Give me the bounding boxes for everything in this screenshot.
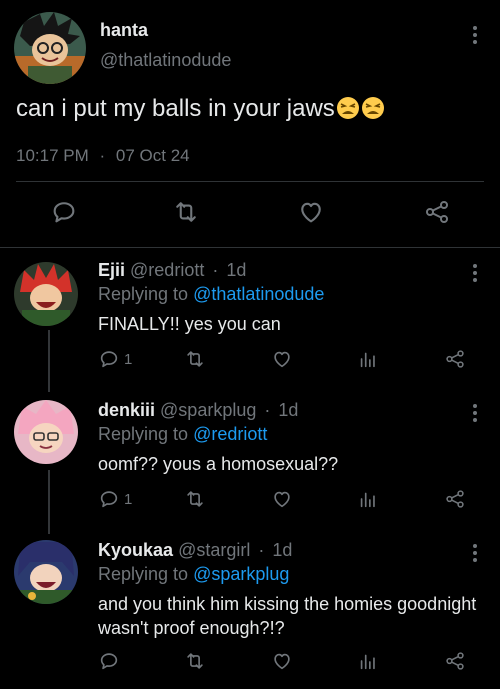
retweet-button[interactable] xyxy=(184,488,206,510)
retweet-icon xyxy=(187,491,203,507)
analytics-button[interactable] xyxy=(357,488,379,510)
share-icon xyxy=(446,652,464,670)
reply-tweet: Ejii @redriott · 1d Replying to @thatlat… xyxy=(0,248,500,388)
tweet-timestamp[interactable]: 10:17 PM · 07 Oct 24 xyxy=(16,146,190,166)
replying-to-prefix: Replying to xyxy=(98,284,194,304)
author-name[interactable]: hanta xyxy=(100,20,148,41)
reply-icon xyxy=(100,653,118,670)
analytics-icon xyxy=(360,492,375,508)
replying-to: Replying to @thatlatinodude xyxy=(98,284,324,305)
reply-icon xyxy=(100,491,118,508)
like-button[interactable] xyxy=(297,198,325,226)
replying-to-prefix: Replying to xyxy=(98,424,194,444)
like-button[interactable] xyxy=(271,650,293,672)
retweet-icon xyxy=(187,653,203,669)
reply-header: Kyoukaa @stargirl · 1d xyxy=(98,540,292,561)
retweet-button[interactable] xyxy=(184,650,206,672)
share-button[interactable] xyxy=(444,650,466,672)
meta-separator: · xyxy=(258,540,265,560)
reply-text: oomf?? yous a homosexual?? xyxy=(98,454,339,474)
divider xyxy=(16,181,484,182)
replying-to: Replying to @sparkplug xyxy=(98,564,289,585)
heart-icon xyxy=(301,202,321,223)
reply-author-handle[interactable]: @stargirl xyxy=(178,540,250,560)
tired-face-emoji-icon xyxy=(336,96,360,120)
share-button[interactable] xyxy=(444,348,466,370)
heart-icon xyxy=(274,653,290,670)
replying-to-link[interactable]: @thatlatinodude xyxy=(193,284,324,304)
reply-header: Ejii @redriott · 1d xyxy=(98,260,246,281)
analytics-icon xyxy=(360,654,375,670)
avatar[interactable] xyxy=(14,400,78,464)
reply-author-handle[interactable]: @redriott xyxy=(130,260,204,280)
more-options-icon[interactable] xyxy=(472,404,478,425)
analytics-button[interactable] xyxy=(357,650,379,672)
main-action-bar xyxy=(0,198,500,228)
more-options-icon[interactable] xyxy=(472,26,478,47)
retweet-button[interactable] xyxy=(184,348,206,370)
like-button[interactable] xyxy=(271,488,293,510)
reply-button[interactable] xyxy=(50,198,78,226)
share-button[interactable] xyxy=(444,488,466,510)
reply-action-bar xyxy=(0,650,500,680)
tweet-date: 07 Oct 24 xyxy=(115,146,190,165)
tired-face-emoji-icon xyxy=(361,96,385,120)
meta-separator: · xyxy=(212,260,219,280)
reply-button[interactable] xyxy=(98,650,124,672)
reply-tweet: Kyoukaa @stargirl · 1d Replying to @spar… xyxy=(0,528,500,689)
more-options-icon[interactable] xyxy=(472,544,478,565)
tweet-text-content: can i put my balls in your jaws xyxy=(16,95,335,122)
like-button[interactable] xyxy=(271,348,293,370)
share-button[interactable] xyxy=(423,198,451,226)
meta-separator: · xyxy=(264,400,271,420)
reply-text: FINALLY!! yes you can xyxy=(98,314,281,334)
reply-icon xyxy=(100,351,118,368)
replying-to: Replying to @redriott xyxy=(98,424,267,445)
reply-button[interactable]: 1 xyxy=(98,348,132,370)
reply-age: 1d xyxy=(226,260,247,280)
reply-action-bar: 1 xyxy=(0,348,500,378)
replying-to-prefix: Replying to xyxy=(98,564,194,584)
analytics-icon xyxy=(360,352,375,368)
retweet-icon xyxy=(176,202,196,222)
reply-age: 1d xyxy=(272,540,293,560)
share-icon xyxy=(425,200,449,224)
replying-to-link[interactable]: @sparkplug xyxy=(193,564,289,584)
reply-age: 1d xyxy=(278,400,299,420)
reply-author-name[interactable]: Kyoukaa xyxy=(98,540,173,560)
retweet-icon xyxy=(187,351,203,367)
meta-separator: · xyxy=(99,146,106,165)
heart-icon xyxy=(274,491,290,508)
replying-to-link[interactable]: @redriott xyxy=(193,424,267,444)
tweet-text: can i put my balls in your jaws xyxy=(16,95,385,123)
reply-count: 1 xyxy=(124,350,133,368)
avatar[interactable] xyxy=(14,262,78,326)
reply-author-handle[interactable]: @sparkplug xyxy=(160,400,256,420)
reply-icon xyxy=(53,202,75,223)
reply-button[interactable]: 1 xyxy=(98,488,132,510)
avatar[interactable] xyxy=(14,12,86,84)
reply-author-name[interactable]: Ejii xyxy=(98,260,125,280)
reply-count: 1 xyxy=(124,490,133,508)
reply-author-name[interactable]: denkiii xyxy=(98,400,155,420)
author-handle[interactable]: @thatlatinodude xyxy=(100,50,231,71)
tweet-time: 10:17 PM xyxy=(16,146,89,165)
reply-text: and you think him kissing the homies goo… xyxy=(98,594,477,638)
reply-header: denkiii @sparkplug · 1d xyxy=(98,400,298,421)
avatar[interactable] xyxy=(14,540,78,604)
more-options-icon[interactable] xyxy=(472,264,478,285)
retweet-button[interactable] xyxy=(172,198,200,226)
share-icon xyxy=(446,350,464,368)
reply-tweet: denkiii @sparkplug · 1d Replying to @red… xyxy=(0,388,500,528)
share-icon xyxy=(446,490,464,508)
analytics-button[interactable] xyxy=(357,348,379,370)
reply-action-bar: 1 xyxy=(0,488,500,518)
main-tweet: hanta @thatlatinodude can i put my balls… xyxy=(0,0,500,248)
heart-icon xyxy=(274,351,290,368)
